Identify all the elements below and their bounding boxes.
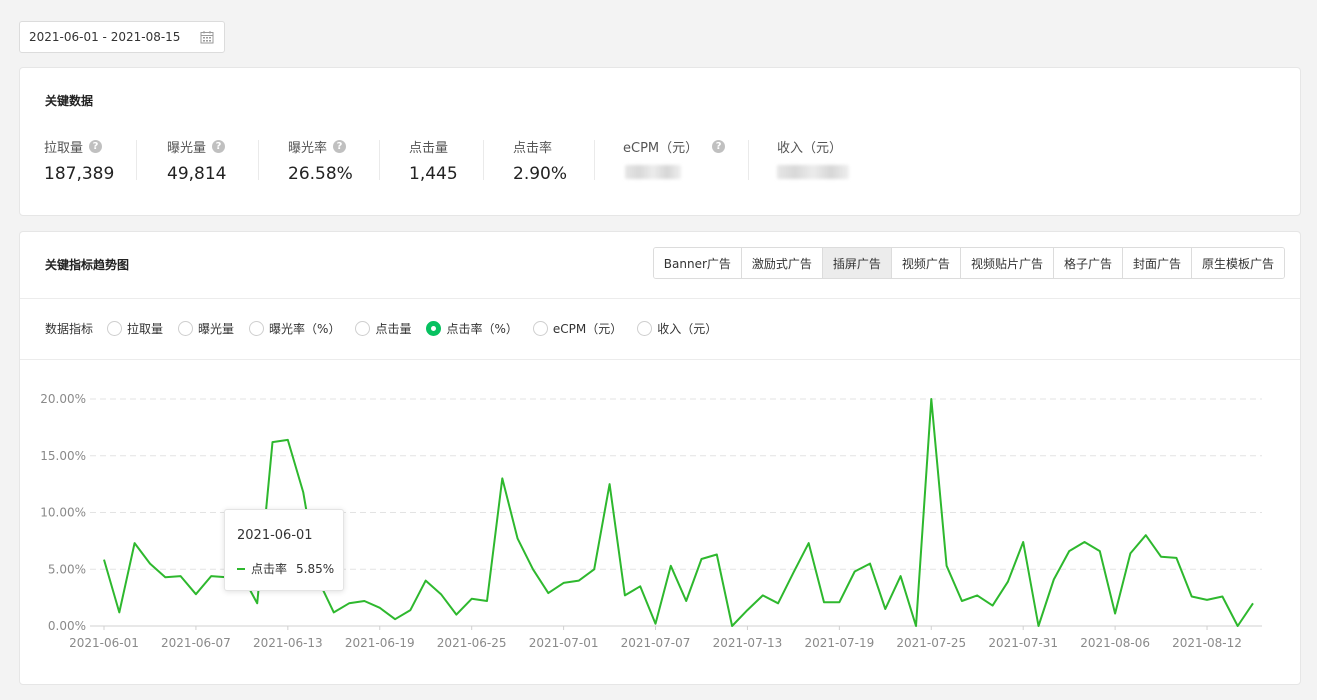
tooltip-date: 2021-06-01 — [237, 528, 313, 543]
x-tick-label: 2021-08-12 — [1172, 636, 1242, 650]
x-tick-label: 2021-06-07 — [161, 636, 231, 650]
y-tick-label: 15.00% — [40, 449, 86, 463]
x-tick-label: 2021-07-07 — [621, 636, 691, 650]
x-tick-label: 2021-07-13 — [713, 636, 783, 650]
y-tick-label: 0.00% — [48, 619, 86, 633]
x-tick-label: 2021-08-06 — [1080, 636, 1150, 650]
legend-line-icon — [237, 567, 245, 570]
x-tick-label: 2021-07-31 — [988, 636, 1058, 650]
x-tick-label: 2021-07-01 — [529, 636, 599, 650]
x-tick-label: 2021-06-01 — [69, 636, 139, 650]
tooltip-value: 5.85% — [296, 561, 335, 576]
click-rate-line-chart: 0.00%5.00%10.00%15.00%20.00%2021-06-01 20… — [40, 392, 1262, 650]
y-tick-label: 10.00% — [40, 506, 86, 520]
tooltip-series: 点击率 — [251, 562, 288, 576]
x-tick-label: 2021-07-19 — [804, 636, 874, 650]
tooltip-row: 点击率 5.85% — [237, 560, 334, 577]
x-tick-label: 2021-06-13 — [253, 636, 323, 650]
x-tick-label: 2021-06-19 — [345, 636, 415, 650]
y-tick-label: 5.00% — [48, 562, 86, 576]
x-tick-label: 2021-06-25 — [437, 636, 507, 650]
chart-tooltip: 2021-06-01 点击率 5.85% — [224, 509, 344, 591]
y-tick-label: 20.00% — [40, 392, 86, 406]
x-tick-label: 2021-07-25 — [896, 636, 966, 650]
